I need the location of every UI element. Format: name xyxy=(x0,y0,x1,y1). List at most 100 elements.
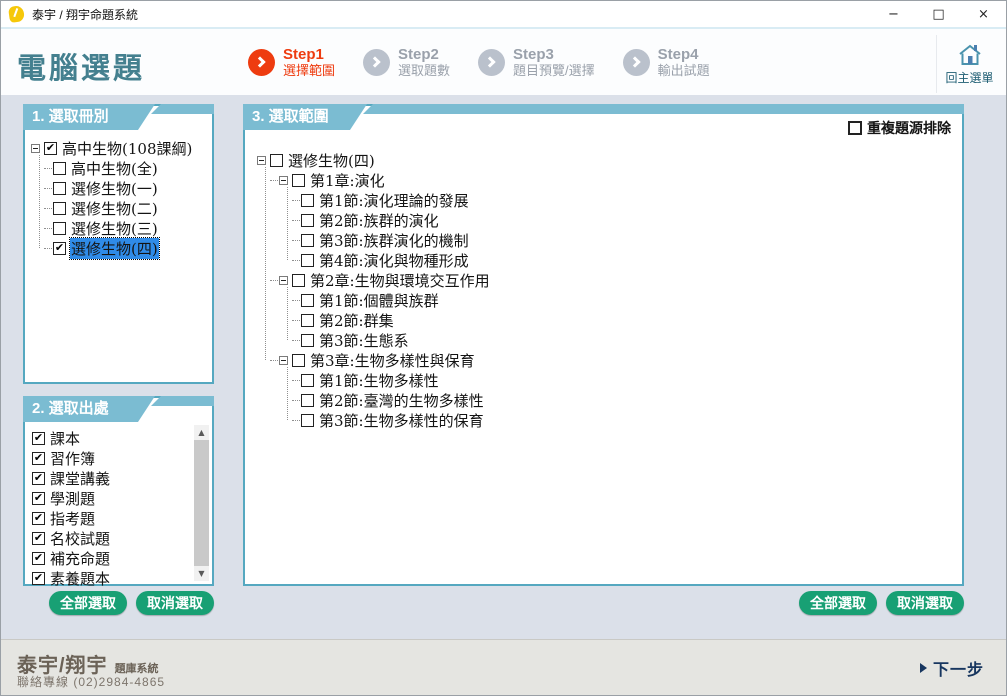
step-2: Step2選取題數 xyxy=(363,46,450,78)
deselect-button[interactable]: 取消選取 xyxy=(136,591,214,615)
section-item[interactable]: 第1節:個體與族群 xyxy=(292,290,962,310)
tree-item-book[interactable]: 選修生物(四) xyxy=(44,238,212,258)
tree-item-book[interactable]: 選修生物(一) xyxy=(44,178,212,198)
checkbox[interactable] xyxy=(53,162,66,175)
tree-connector-line xyxy=(292,240,300,241)
section-item[interactable]: 第4節:演化與物種形成 xyxy=(292,250,962,270)
section-item[interactable]: 第1節:生物多樣性 xyxy=(292,370,962,390)
checkbox[interactable] xyxy=(53,202,66,215)
source-item[interactable]: 名校試題 xyxy=(29,528,192,548)
chapter-item[interactable]: 第3章:生物多樣性與保育 xyxy=(270,350,962,370)
header: 電腦選題 Step1選擇範圍Step2選取題數Step3題目預覽/選擇Step4… xyxy=(1,27,1006,95)
minimize-button[interactable]: − xyxy=(871,1,916,27)
select-all-button[interactable]: 全部選取 xyxy=(799,591,877,615)
checkbox[interactable] xyxy=(53,242,66,255)
tree-item-book[interactable]: 選修生物(三) xyxy=(44,218,212,238)
expand-toggle-icon[interactable] xyxy=(279,356,288,365)
checkbox[interactable] xyxy=(301,234,314,247)
checkbox[interactable] xyxy=(301,394,314,407)
tree-item-book[interactable]: 高中生物(全) xyxy=(44,158,212,178)
checkbox[interactable] xyxy=(301,294,314,307)
checkbox[interactable] xyxy=(32,492,45,505)
source-item[interactable]: 課堂講義 xyxy=(29,468,192,488)
scrollbar[interactable]: ▲ ▼ xyxy=(194,425,209,581)
checkbox[interactable] xyxy=(301,194,314,207)
page-title: 電腦選題 xyxy=(17,45,145,87)
source-item[interactable]: 指考題 xyxy=(29,508,192,528)
checkbox[interactable] xyxy=(301,414,314,427)
scope-root-item[interactable]: 選修生物(四) xyxy=(257,150,962,170)
checkbox[interactable] xyxy=(301,314,314,327)
section-list: 第1節:生物多樣性第2節:臺灣的生物多樣性第3節:生物多樣性的保育 xyxy=(283,370,962,430)
checkbox[interactable] xyxy=(32,472,45,485)
checkbox[interactable] xyxy=(301,214,314,227)
step-4: Step4輸出試題 xyxy=(623,46,710,78)
checkbox[interactable] xyxy=(292,354,305,367)
checkbox[interactable] xyxy=(292,174,305,187)
checkbox[interactable] xyxy=(32,572,45,585)
step-name: Step3 xyxy=(513,46,595,63)
section-item[interactable]: 第3節:生態系 xyxy=(292,330,962,350)
tree-connector-line xyxy=(292,200,300,201)
section-item[interactable]: 第2節:臺灣的生物多樣性 xyxy=(292,390,962,410)
expand-toggle-icon[interactable] xyxy=(31,144,40,153)
section-item[interactable]: 第1節:演化理論的發展 xyxy=(292,190,962,210)
tree-item-label: 第2章:生物與環境交互作用 xyxy=(309,270,491,291)
tree-connector-line xyxy=(292,340,300,341)
section-item[interactable]: 第3節:生物多樣性的保育 xyxy=(292,410,962,430)
minus-glyph xyxy=(281,180,286,181)
exclude-duplicates-option[interactable]: 重複題源排除 xyxy=(848,118,952,138)
checkbox[interactable] xyxy=(53,222,66,235)
checkbox[interactable] xyxy=(32,512,45,525)
home-button-label: 回主選單 xyxy=(945,69,993,86)
window-controls: − □ × xyxy=(871,1,1006,27)
step-subtitle: 選取題數 xyxy=(398,63,450,78)
chapter-block: 第2章:生物與環境交互作用第1節:個體與族群第2節:群集第3節:生態系 xyxy=(270,270,962,350)
panel-header-strip xyxy=(363,104,964,114)
checkbox[interactable] xyxy=(32,532,45,545)
section-list: 第1節:個體與族群第2節:群集第3節:生態系 xyxy=(283,290,962,350)
expand-toggle-icon[interactable] xyxy=(279,276,288,285)
source-item[interactable]: 習作簿 xyxy=(29,448,192,468)
deselect-button[interactable]: 取消選取 xyxy=(886,591,964,615)
checkbox[interactable] xyxy=(53,182,66,195)
select-all-button[interactable]: 全部選取 xyxy=(49,591,127,615)
step-subtitle: 題目預覽/選擇 xyxy=(513,63,595,78)
checkbox[interactable] xyxy=(32,452,45,465)
source-item[interactable]: 課本 xyxy=(29,428,192,448)
checkbox[interactable] xyxy=(270,154,283,167)
tree-connector-line xyxy=(292,220,300,221)
source-item[interactable]: 補充命題 xyxy=(29,548,192,568)
expand-toggle-icon[interactable] xyxy=(257,156,266,165)
checkbox[interactable] xyxy=(44,142,57,155)
maximize-button[interactable]: □ xyxy=(916,1,961,27)
checkbox[interactable] xyxy=(292,274,305,287)
scope-buttons: 全部選取 取消選取 xyxy=(243,591,964,615)
tree-item-book[interactable]: 選修生物(二) xyxy=(44,198,212,218)
tree-root-item[interactable]: 高中生物(108課綱) xyxy=(31,138,212,158)
tree-connector-line xyxy=(44,168,52,169)
scroll-down-button[interactable]: ▼ xyxy=(194,566,209,581)
section-item[interactable]: 第2節:群集 xyxy=(292,310,962,330)
chapter-item[interactable]: 第1章:演化 xyxy=(270,170,962,190)
tree-connector-line xyxy=(292,320,300,321)
scroll-thumb[interactable] xyxy=(194,440,209,566)
expand-toggle-icon[interactable] xyxy=(279,176,288,185)
checkbox[interactable] xyxy=(32,552,45,565)
scroll-up-button[interactable]: ▲ xyxy=(194,425,209,440)
checkbox[interactable] xyxy=(32,432,45,445)
home-button[interactable]: 回主選單 xyxy=(936,35,1002,93)
section-item[interactable]: 第3節:族群演化的機制 xyxy=(292,230,962,250)
checkbox[interactable] xyxy=(301,374,314,387)
tree-connector-line xyxy=(44,188,52,189)
checkbox[interactable] xyxy=(301,254,314,267)
source-item-label: 學測題 xyxy=(49,488,96,509)
section-item[interactable]: 第2節:族群的演化 xyxy=(292,210,962,230)
next-step-button[interactable]: 下一步 xyxy=(920,656,984,680)
exclude-duplicates-checkbox[interactable] xyxy=(848,121,862,135)
source-item[interactable]: 素養題本 xyxy=(29,568,192,588)
checkbox[interactable] xyxy=(301,334,314,347)
source-item[interactable]: 學測題 xyxy=(29,488,192,508)
chapter-item[interactable]: 第2章:生物與環境交互作用 xyxy=(270,270,962,290)
close-button[interactable]: × xyxy=(961,1,1006,27)
